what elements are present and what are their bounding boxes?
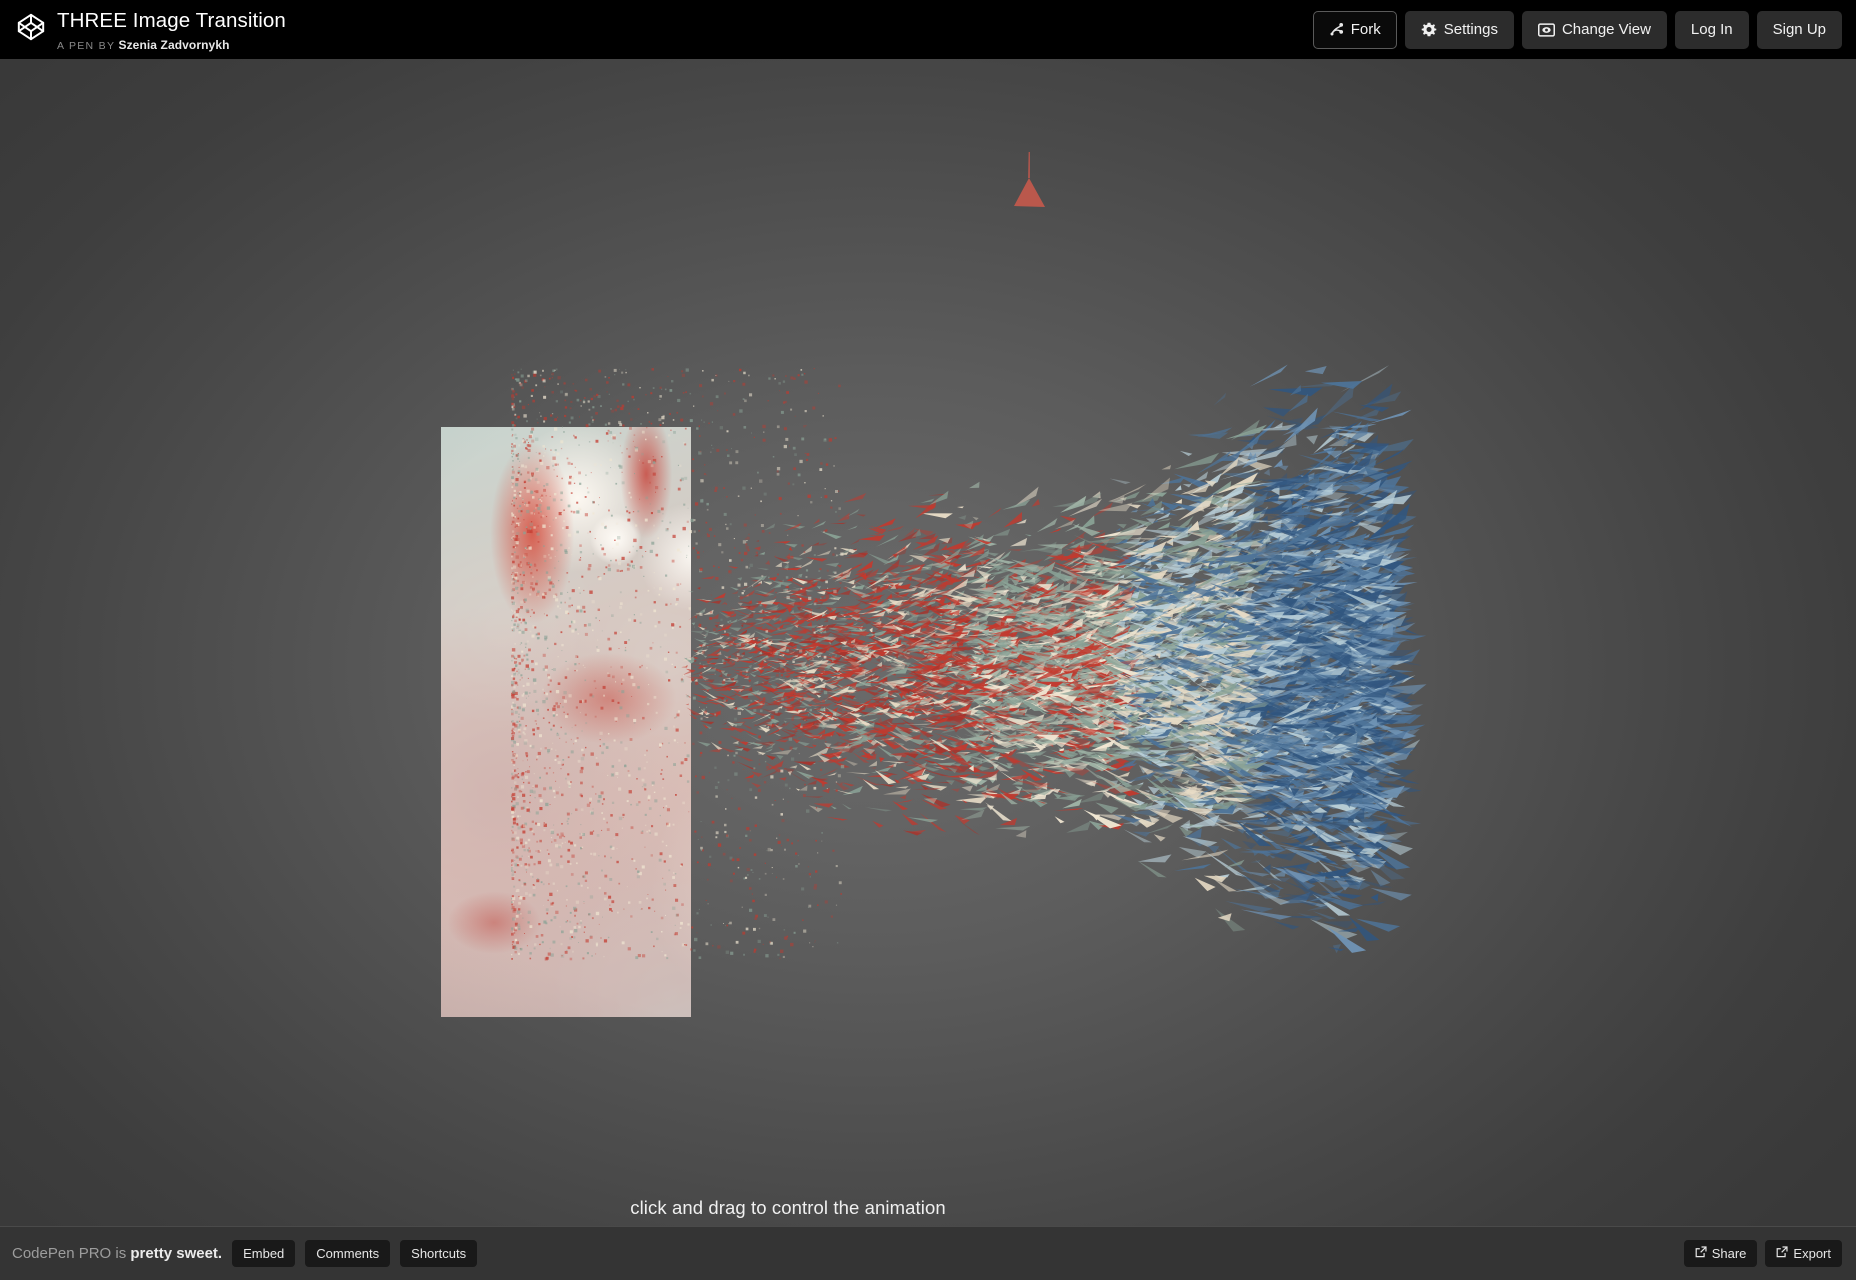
sign-up-button[interactable]: Sign Up (1757, 11, 1842, 49)
footer-left-group: CodePen PRO is pretty sweet. Embed Comme… (0, 1240, 477, 1267)
gear-icon (1421, 22, 1437, 38)
pro-promo-prefix: CodePen PRO is (12, 1245, 130, 1262)
pen-byline: A PEN BY Szenia Zadvornykh (57, 39, 286, 53)
bottom-footer-bar: CodePen PRO is pretty sweet. Embed Comme… (0, 1226, 1856, 1280)
share-button[interactable]: Share (1684, 1240, 1758, 1267)
fork-icon (1329, 22, 1344, 37)
log-in-button[interactable]: Log In (1675, 11, 1749, 49)
fork-button[interactable]: Fork (1313, 11, 1397, 49)
change-view-button[interactable]: Change View (1522, 11, 1667, 49)
embed-button-label: Embed (243, 1246, 284, 1261)
footer-right-group: Share Export (1684, 1240, 1856, 1267)
export-button-label: Export (1793, 1246, 1831, 1261)
embed-button[interactable]: Embed (232, 1240, 295, 1267)
pen-preview-stage[interactable]: click and drag to control the animation (0, 59, 1856, 1226)
comments-button[interactable]: Comments (305, 1240, 390, 1267)
comments-button-label: Comments (316, 1246, 379, 1261)
top-header-bar: THREE Image Transition A PEN BY Szenia Z… (0, 0, 1856, 59)
share-button-label: Share (1712, 1246, 1747, 1261)
log-in-button-label: Log In (1691, 21, 1733, 38)
external-link-icon (1695, 1246, 1707, 1261)
codepen-logo-icon[interactable] (16, 12, 46, 42)
shortcuts-button-label: Shortcuts (411, 1246, 466, 1261)
page-title: THREE Image Transition (57, 11, 286, 32)
screen-icon (1538, 23, 1555, 37)
pen-brand: THREE Image Transition A PEN BY Szenia Z… (0, 7, 286, 52)
change-view-button-label: Change View (1562, 21, 1651, 38)
header-actions: Fork Settings Change View Log (1313, 11, 1856, 49)
particle-burst (0, 59, 1856, 1226)
external-link-icon (1776, 1246, 1788, 1261)
pen-title-block: THREE Image Transition A PEN BY Szenia Z… (57, 7, 286, 52)
export-button[interactable]: Export (1765, 1240, 1842, 1267)
accent-top-shard (1014, 178, 1045, 207)
sign-up-button-label: Sign Up (1773, 21, 1826, 38)
particle-shard-field (0, 59, 1856, 1226)
author-link[interactable]: Szenia Zadvornykh (118, 38, 229, 52)
settings-button[interactable]: Settings (1405, 11, 1514, 49)
settings-button-label: Settings (1444, 21, 1498, 38)
byline-label: A PEN BY (57, 40, 115, 52)
fork-button-label: Fork (1351, 21, 1381, 38)
pro-promo-text: CodePen PRO is pretty sweet. (12, 1245, 222, 1262)
pro-promo-emphasis: pretty sweet. (130, 1245, 222, 1262)
shortcuts-button[interactable]: Shortcuts (400, 1240, 477, 1267)
